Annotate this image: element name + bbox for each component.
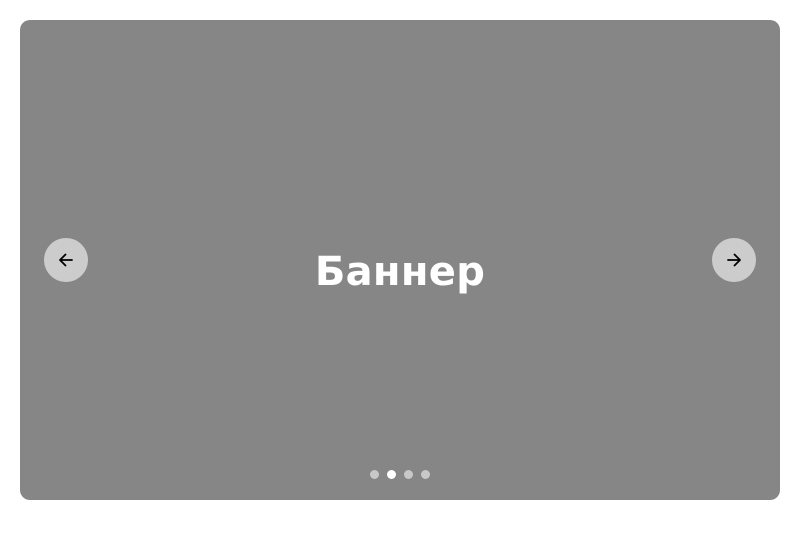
pagination-dot-1[interactable] bbox=[370, 470, 379, 479]
prev-slide-button[interactable] bbox=[44, 238, 88, 282]
pagination-dot-4[interactable] bbox=[421, 470, 430, 479]
pagination-dot-3[interactable] bbox=[404, 470, 413, 479]
arrow-right-icon bbox=[727, 253, 741, 267]
next-slide-button[interactable] bbox=[712, 238, 756, 282]
banner-carousel: Баннер bbox=[20, 20, 780, 500]
banner-title: Баннер bbox=[314, 249, 486, 295]
pagination-dot-2[interactable] bbox=[387, 470, 396, 479]
pagination-dots bbox=[20, 470, 780, 480]
arrow-left-icon bbox=[59, 253, 73, 267]
